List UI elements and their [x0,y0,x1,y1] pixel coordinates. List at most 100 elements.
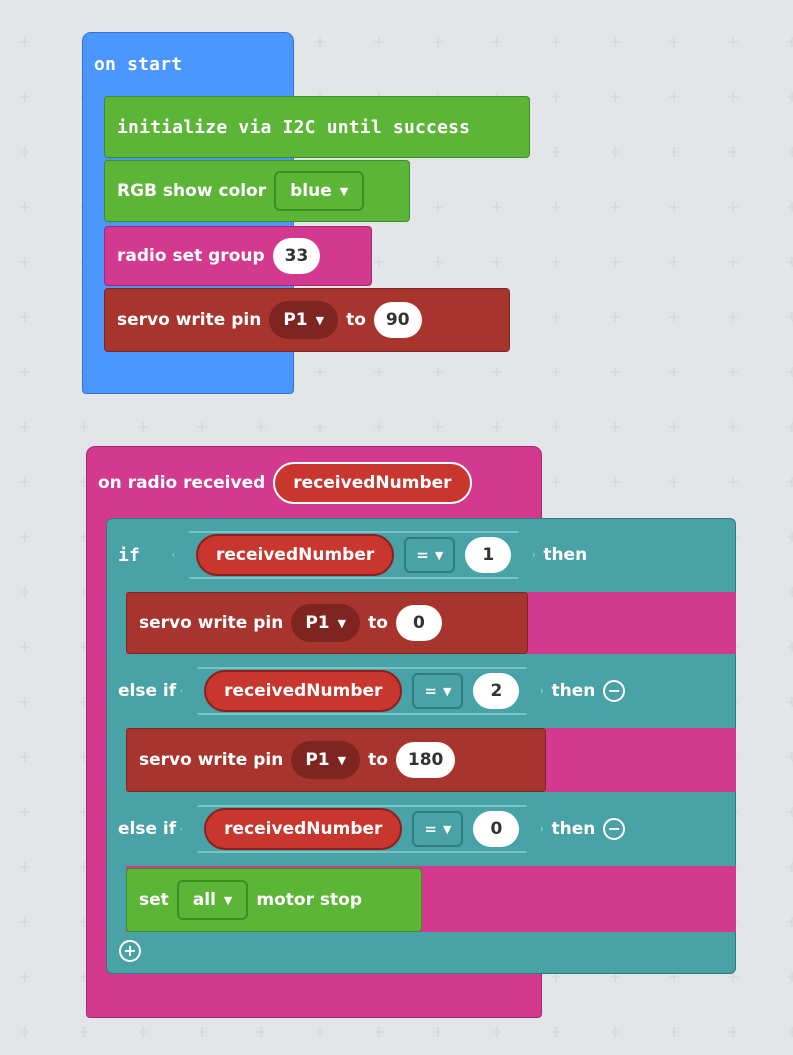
grid-plus-icon [787,752,793,762]
servo-angle-input[interactable]: 90 [373,302,422,338]
set-motor-stop-block[interactable]: set all ▼ motor stop [126,868,422,932]
compare-block-1[interactable]: receivedNumber = ▼ 1 [172,531,535,579]
servo-to-label: to [368,613,388,633]
operator-dropdown-2[interactable]: = ▼ [412,673,463,709]
radio-set-group-block[interactable]: radio set group 33 [104,226,372,286]
on-start-label: on start [94,53,183,75]
compare-block-2[interactable]: receivedNumber = ▼ 2 [180,667,543,715]
grid-plus-icon [787,917,793,927]
grid-plus-icon [20,807,30,817]
servo-write-label: servo write pin [139,613,284,633]
then-label-2: then [551,681,596,701]
compare-value-3[interactable]: 0 [473,811,519,847]
grid-plus-icon [79,422,89,432]
compare-value-2[interactable]: 2 [473,673,519,709]
motor-dropdown[interactable]: all ▼ [176,880,249,920]
grid-plus-icon [669,147,679,157]
grid-plus-icon [669,37,679,47]
minus-circle-icon[interactable]: − [603,818,626,840]
grid-plus-icon [787,257,793,267]
pin-dropdown[interactable]: P1 ▼ [269,301,339,339]
rgb-show-color-block[interactable]: RGB show color blue ▼ [104,160,410,222]
grid-plus-icon [374,367,384,377]
grid-plus-icon [787,202,793,212]
grid-plus-icon [374,37,384,47]
received-number-var-2[interactable]: receivedNumber [204,670,402,712]
grid-plus-icon [374,1027,384,1037]
received-number-var-1[interactable]: receivedNumber [196,534,394,576]
grid-plus-icon [20,202,30,212]
grid-plus-icon [728,257,738,267]
grid-plus-icon [551,422,561,432]
grid-plus-icon [787,37,793,47]
grid-plus-icon [20,972,30,982]
color-dropdown[interactable]: blue ▼ [274,171,365,211]
blocks-workspace[interactable]: on start initialize via I2C until succes… [0,0,793,1055]
servo-angle-input[interactable]: 180 [395,742,456,778]
grid-plus-icon [669,92,679,102]
operator-dropdown-3[interactable]: = ▼ [412,811,463,847]
dropdown-caret-icon: ▼ [223,893,233,907]
on-start-header: on start [82,36,182,92]
grid-plus-icon [610,257,620,267]
compare-value-1[interactable]: 1 [465,537,511,573]
operator-value: = [416,546,429,564]
grid-plus-icon [20,92,30,102]
dropdown-caret-icon: ▼ [337,616,347,630]
received-number-param[interactable]: receivedNumber [273,462,472,504]
compare-block-3[interactable]: receivedNumber = ▼ 0 [180,805,543,853]
grid-plus-icon [610,367,620,377]
grid-plus-icon [669,477,679,487]
grid-plus-icon [20,917,30,927]
grid-plus-icon [728,92,738,102]
else-if-label: else if [118,819,177,839]
grid-plus-icon [787,367,793,377]
servo-write-block-start[interactable]: servo write pin P1 ▼ to 90 [104,288,510,352]
plus-circle-icon[interactable]: + [119,940,141,962]
grid-plus-icon [79,1027,89,1037]
received-number-var-3[interactable]: receivedNumber [204,808,402,850]
grid-plus-icon [787,862,793,872]
operator-dropdown-1[interactable]: = ▼ [404,537,455,573]
operator-value: = [424,820,437,838]
then-label-3: then [551,819,596,839]
grid-plus-icon [492,202,502,212]
grid-plus-icon [374,422,384,432]
grid-plus-icon [551,1027,561,1037]
grid-plus-icon [551,367,561,377]
pin-dropdown[interactable]: P1 ▼ [291,741,361,779]
motor-dropdown-value: all [192,890,216,910]
if-label: if [118,544,141,566]
grid-plus-icon [20,312,30,322]
else-if-row-2: else if receivedNumber = ▼ 0 then − [106,800,626,858]
grid-plus-icon [433,37,443,47]
grid-plus-icon [787,477,793,487]
servo-angle-input[interactable]: 0 [395,605,442,641]
on-radio-received-label: on radio received [98,473,266,493]
grid-plus-icon [551,202,561,212]
operator-value: = [424,682,437,700]
grid-plus-icon [20,532,30,542]
servo-write-block-1[interactable]: servo write pin P1 ▼ to 0 [126,592,528,654]
initialize-i2c-label: initialize via I2C until success [117,116,471,138]
grid-plus-icon [610,202,620,212]
grid-plus-icon [433,202,443,212]
grid-plus-icon [728,37,738,47]
servo-write-block-2[interactable]: servo write pin P1 ▼ to 180 [126,728,546,792]
dropdown-caret-icon: ▼ [434,548,444,562]
grid-plus-icon [138,1027,148,1037]
grid-plus-icon [197,1027,207,1037]
grid-plus-icon [315,422,325,432]
initialize-i2c-block[interactable]: initialize via I2C until success [104,96,530,158]
grid-plus-icon [256,1027,266,1037]
grid-plus-icon [20,642,30,652]
grid-plus-icon [256,422,266,432]
grid-plus-icon [787,422,793,432]
grid-plus-icon [610,312,620,322]
pin-dropdown[interactable]: P1 ▼ [291,604,361,642]
minus-circle-icon[interactable]: − [603,680,626,702]
on-radio-received-header: on radio received receivedNumber [86,456,472,510]
grid-plus-icon [787,697,793,707]
radio-group-input[interactable]: 33 [272,238,321,274]
grid-plus-icon [20,257,30,267]
